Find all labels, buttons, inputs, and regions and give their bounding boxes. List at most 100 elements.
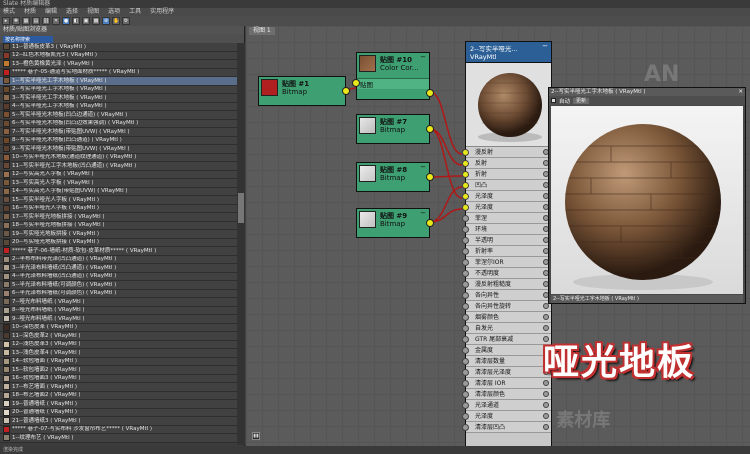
- menu-item[interactable]: 编辑: [45, 8, 57, 16]
- output-port[interactable]: [426, 173, 434, 181]
- list-item[interactable]: 7--哑光布料墙纸 ( VRayMtl ): [0, 298, 237, 307]
- slot-output-port[interactable]: [543, 413, 549, 419]
- list-item[interactable]: 16--软包墙面3 ( VRayMtl ): [0, 374, 237, 383]
- slot-input-port[interactable]: [462, 226, 469, 233]
- collapse-icon[interactable]: −: [542, 42, 548, 50]
- list-item[interactable]: 2--半布布料带光泽(凹凸通道) ( VRayMtl ): [0, 255, 237, 264]
- node-map-8[interactable]: 贴图 #8 Bitmap −: [356, 162, 434, 192]
- slot-input-port[interactable]: [462, 149, 469, 156]
- list-item[interactable]: 14--软包墙面 ( VRayMtl ): [0, 357, 237, 366]
- output-port[interactable]: [426, 125, 434, 133]
- menu-item[interactable]: 选项: [108, 8, 120, 16]
- vraymtl-slot[interactable]: 清漆层凹凸: [462, 422, 551, 433]
- list-item[interactable]: 10--写实半哑光木地板(通道纹理通道) ( VRayMtl ): [0, 153, 237, 162]
- slot-output-port[interactable]: [543, 325, 549, 331]
- vraymtl-slot[interactable]: 烟雾颜色: [462, 312, 551, 323]
- layout-icon[interactable]: ▦: [22, 17, 30, 25]
- menu-item[interactable]: 材质: [24, 8, 36, 16]
- output-port[interactable]: [426, 219, 434, 227]
- list-item[interactable]: 11--写实半哑光工字木地板(凹凸通道) ( VRayMtl ): [0, 162, 237, 171]
- slot-input-port[interactable]: [462, 160, 469, 167]
- list-item[interactable]: ***** 巷子-05-通道写实地面材质***** ( VRayMtl ): [0, 68, 237, 77]
- list-item[interactable]: 20--普通墙纸 ( VRayMtl ): [0, 408, 237, 417]
- list-item[interactable]: 5--半光泽布料墙纸(可调颜色) ( VRayMtl ): [0, 281, 237, 290]
- slot-output-port[interactable]: [543, 391, 549, 397]
- slot-input-port[interactable]: [462, 237, 469, 244]
- vraymtl-slot[interactable]: 金属度: [462, 345, 551, 356]
- list-item[interactable]: ***** 巷子-06-墙纸-材质-软包-皮革材质***** ( VRayMtl…: [0, 247, 237, 256]
- list-item[interactable]: 3--半光泽布料墙纸(凹凸通道) ( VRayMtl ): [0, 264, 237, 273]
- list-item[interactable]: 3--写实半哑光工字木地板 ( VRayMtl ): [0, 94, 237, 103]
- node-map-1[interactable]: 贴图 #1 Bitmap: [258, 76, 350, 106]
- vraymtl-slot[interactable]: 环境: [462, 224, 551, 235]
- input-port[interactable]: [352, 79, 360, 87]
- list-item[interactable]: 19--写实哑光地板拼接 ( VRayMtl ): [0, 230, 237, 239]
- pan-icon[interactable]: ✋: [112, 17, 120, 25]
- list-item[interactable]: 13--写实高光人字板 ( VRayMtl ): [0, 179, 237, 188]
- map-icon[interactable]: ◧: [72, 17, 80, 25]
- list-item[interactable]: 6--写实半哑光木地板(凹凸边效果强调) ( VRayMtl ): [0, 119, 237, 128]
- slot-input-port[interactable]: [462, 292, 469, 299]
- slot-input-port[interactable]: [462, 215, 469, 222]
- update-button[interactable]: 更新: [573, 97, 590, 104]
- list-item[interactable]: 12--浅色皮革3 ( VRayMtl ): [0, 340, 237, 349]
- list-item[interactable]: 21--普通墙纸3 ( VRayMtl ): [0, 417, 237, 426]
- menu-item[interactable]: 视图: [87, 8, 99, 16]
- link-icon[interactable]: ⛓: [42, 17, 50, 25]
- vraymtl-node[interactable]: 2--写实半哑光... VRayMtl − 漫反射 反射 折射 凹凸 光泽度 光泽度 菲涅环…: [462, 41, 552, 454]
- slot-output-port[interactable]: [543, 314, 549, 320]
- slot-input-port[interactable]: [462, 380, 469, 387]
- list-item[interactable]: 18--写实半哑光地板拼接 ( VRayMtl ): [0, 221, 237, 230]
- collapse-icon[interactable]: −: [420, 163, 426, 171]
- vraymtl-slot[interactable]: 光泽通道: [462, 400, 551, 411]
- vraymtl-slot[interactable]: 不透明度: [462, 268, 551, 279]
- output-port[interactable]: [426, 89, 434, 97]
- slot-input-port[interactable]: [462, 402, 469, 409]
- vraymtl-slot[interactable]: 凹凸: [462, 180, 551, 191]
- zoom-icon[interactable]: ⊕: [102, 17, 110, 25]
- list-item[interactable]: 15--写实半哑光人字板 ( VRayMtl ): [0, 196, 237, 205]
- menu-item[interactable]: 模式: [3, 8, 15, 16]
- vraymtl-slot[interactable]: 光泽度: [462, 411, 551, 422]
- scroll-thumb[interactable]: [238, 193, 244, 223]
- slot-input-port[interactable]: [462, 336, 469, 343]
- vraymtl-slot[interactable]: 漫反射粗糙度: [462, 279, 551, 290]
- list-scrollbar[interactable]: [237, 43, 245, 445]
- vraymtl-slot[interactable]: 清漆层数量: [462, 356, 551, 367]
- slot-input-port[interactable]: [462, 314, 469, 321]
- list-item[interactable]: 15--软包墙面2 ( VRayMtl ): [0, 366, 237, 375]
- menu-item[interactable]: 选择: [66, 8, 78, 16]
- list-item[interactable]: 12--写实高光人字板 ( VRayMtl ): [0, 170, 237, 179]
- slot-input-port[interactable]: [462, 270, 469, 277]
- vraymtl-slot[interactable]: 漫反射: [462, 147, 551, 158]
- vraymtl-slot[interactable]: 清漆层光泽度: [462, 367, 551, 378]
- slot-input-port[interactable]: [462, 171, 469, 178]
- vraymtl-slot[interactable]: 光泽度: [462, 191, 551, 202]
- material-preview-window[interactable]: 2--写实半哑光工字木地板 ( VRayMtl ) ✕ 自动 更新 2--写实半…: [548, 87, 746, 304]
- slot-input-port[interactable]: [462, 413, 469, 420]
- vraymtl-slot[interactable]: 光泽度: [462, 202, 551, 213]
- menu-item[interactable]: 工具: [129, 8, 141, 16]
- vraymtl-slot[interactable]: 清漆层颜色: [462, 389, 551, 400]
- list-item[interactable]: 8--写实半哑光木地板(凹凸通道) ( VRayMtl ): [0, 136, 237, 145]
- slot-input-port[interactable]: [462, 281, 469, 288]
- node-map-9[interactable]: 贴图 #9 Bitmap −: [356, 208, 434, 238]
- vraymtl-slot[interactable]: 各向异性旋转: [462, 301, 551, 312]
- auto-checkbox[interactable]: [551, 98, 556, 103]
- list-item[interactable]: 9--哑光布料墙纸 ( VRayMtl ): [0, 315, 237, 324]
- slot-input-port[interactable]: [462, 358, 469, 365]
- list-item[interactable]: 2--写实半哑光工字木地板 ( VRayMtl ): [0, 85, 237, 94]
- list-item[interactable]: 18--布艺墙面2 ( VRayMtl ): [0, 391, 237, 400]
- vraymtl-slot[interactable]: GTR 尾部衰减: [462, 334, 551, 345]
- options-icon[interactable]: ⚙: [122, 17, 130, 25]
- list-item[interactable]: 8--哑光布料墙纸 ( VRayMtl ): [0, 306, 237, 315]
- list-item[interactable]: 6--半光泽布料墙纸(可调颜色) ( VRayMtl ): [0, 289, 237, 298]
- slot-input-port[interactable]: [462, 303, 469, 310]
- slot-input-port[interactable]: [462, 193, 469, 200]
- move-icon[interactable]: ✥: [12, 17, 20, 25]
- list-item[interactable]: 13--浅色皮革4 ( VRayMtl ): [0, 349, 237, 358]
- material-icon[interactable]: ●: [62, 17, 70, 25]
- node-map-7[interactable]: 贴图 #7 Bitmap: [356, 114, 434, 144]
- slot-input-port[interactable]: [462, 204, 469, 211]
- vraymtl-slot[interactable]: 半透明: [462, 235, 551, 246]
